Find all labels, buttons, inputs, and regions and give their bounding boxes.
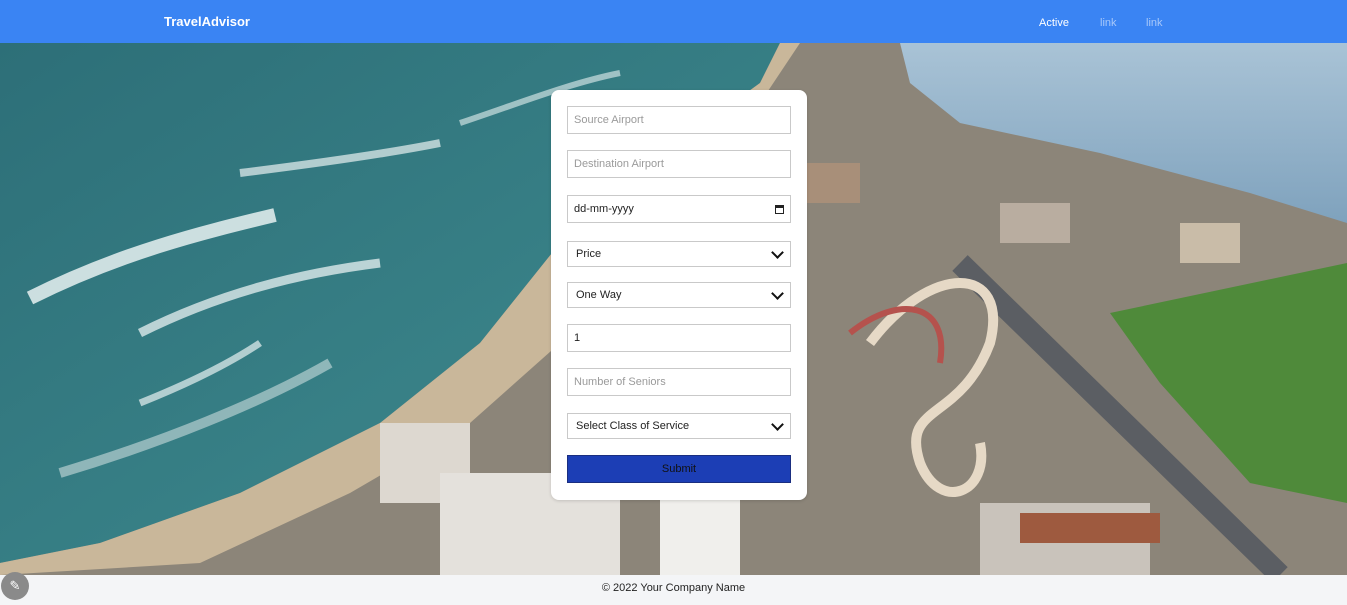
price-select[interactable]: Price [567,241,791,267]
nav-link-2[interactable]: link [1100,17,1117,29]
date-placeholder: dd-mm-yyyy [574,203,634,215]
passenger-count-input[interactable]: 1 [567,324,791,352]
destination-airport-input[interactable]: Destination Airport [567,150,791,178]
class-select-value: Select Class of Service [576,420,690,432]
submit-button[interactable]: Submit [567,455,791,483]
trip-type-select[interactable]: One Way [567,282,791,308]
travel-date-input[interactable]: dd-mm-yyyy [567,195,791,223]
price-select-value: Price [576,248,602,260]
nav-link-active[interactable]: Active [1039,17,1069,29]
brand-logo[interactable]: TravelAdvisor [164,14,250,29]
nav-link-3[interactable]: link [1146,17,1163,29]
flight-search-form: Source Airport Destination Airport dd-mm… [551,90,807,500]
chevron-down-icon [771,245,784,259]
page-footer: © 2022 Your Company Name [0,575,1347,605]
chevron-down-icon [771,417,784,431]
calendar-icon[interactable] [775,204,784,214]
top-navbar: TravelAdvisor Active link link [0,0,1347,43]
source-airport-input[interactable]: Source Airport [567,106,791,134]
class-of-service-select[interactable]: Select Class of Service [567,413,791,439]
copyright-text: © 2022 Your Company Name [601,582,746,594]
chevron-down-icon [771,286,784,300]
pen-icon: ✎ [9,578,21,593]
trip-type-select-value: One Way [576,289,622,301]
seniors-count-input[interactable]: Number of Seniors [567,368,791,396]
pen-tool-button[interactable]: ✎ [1,572,29,600]
